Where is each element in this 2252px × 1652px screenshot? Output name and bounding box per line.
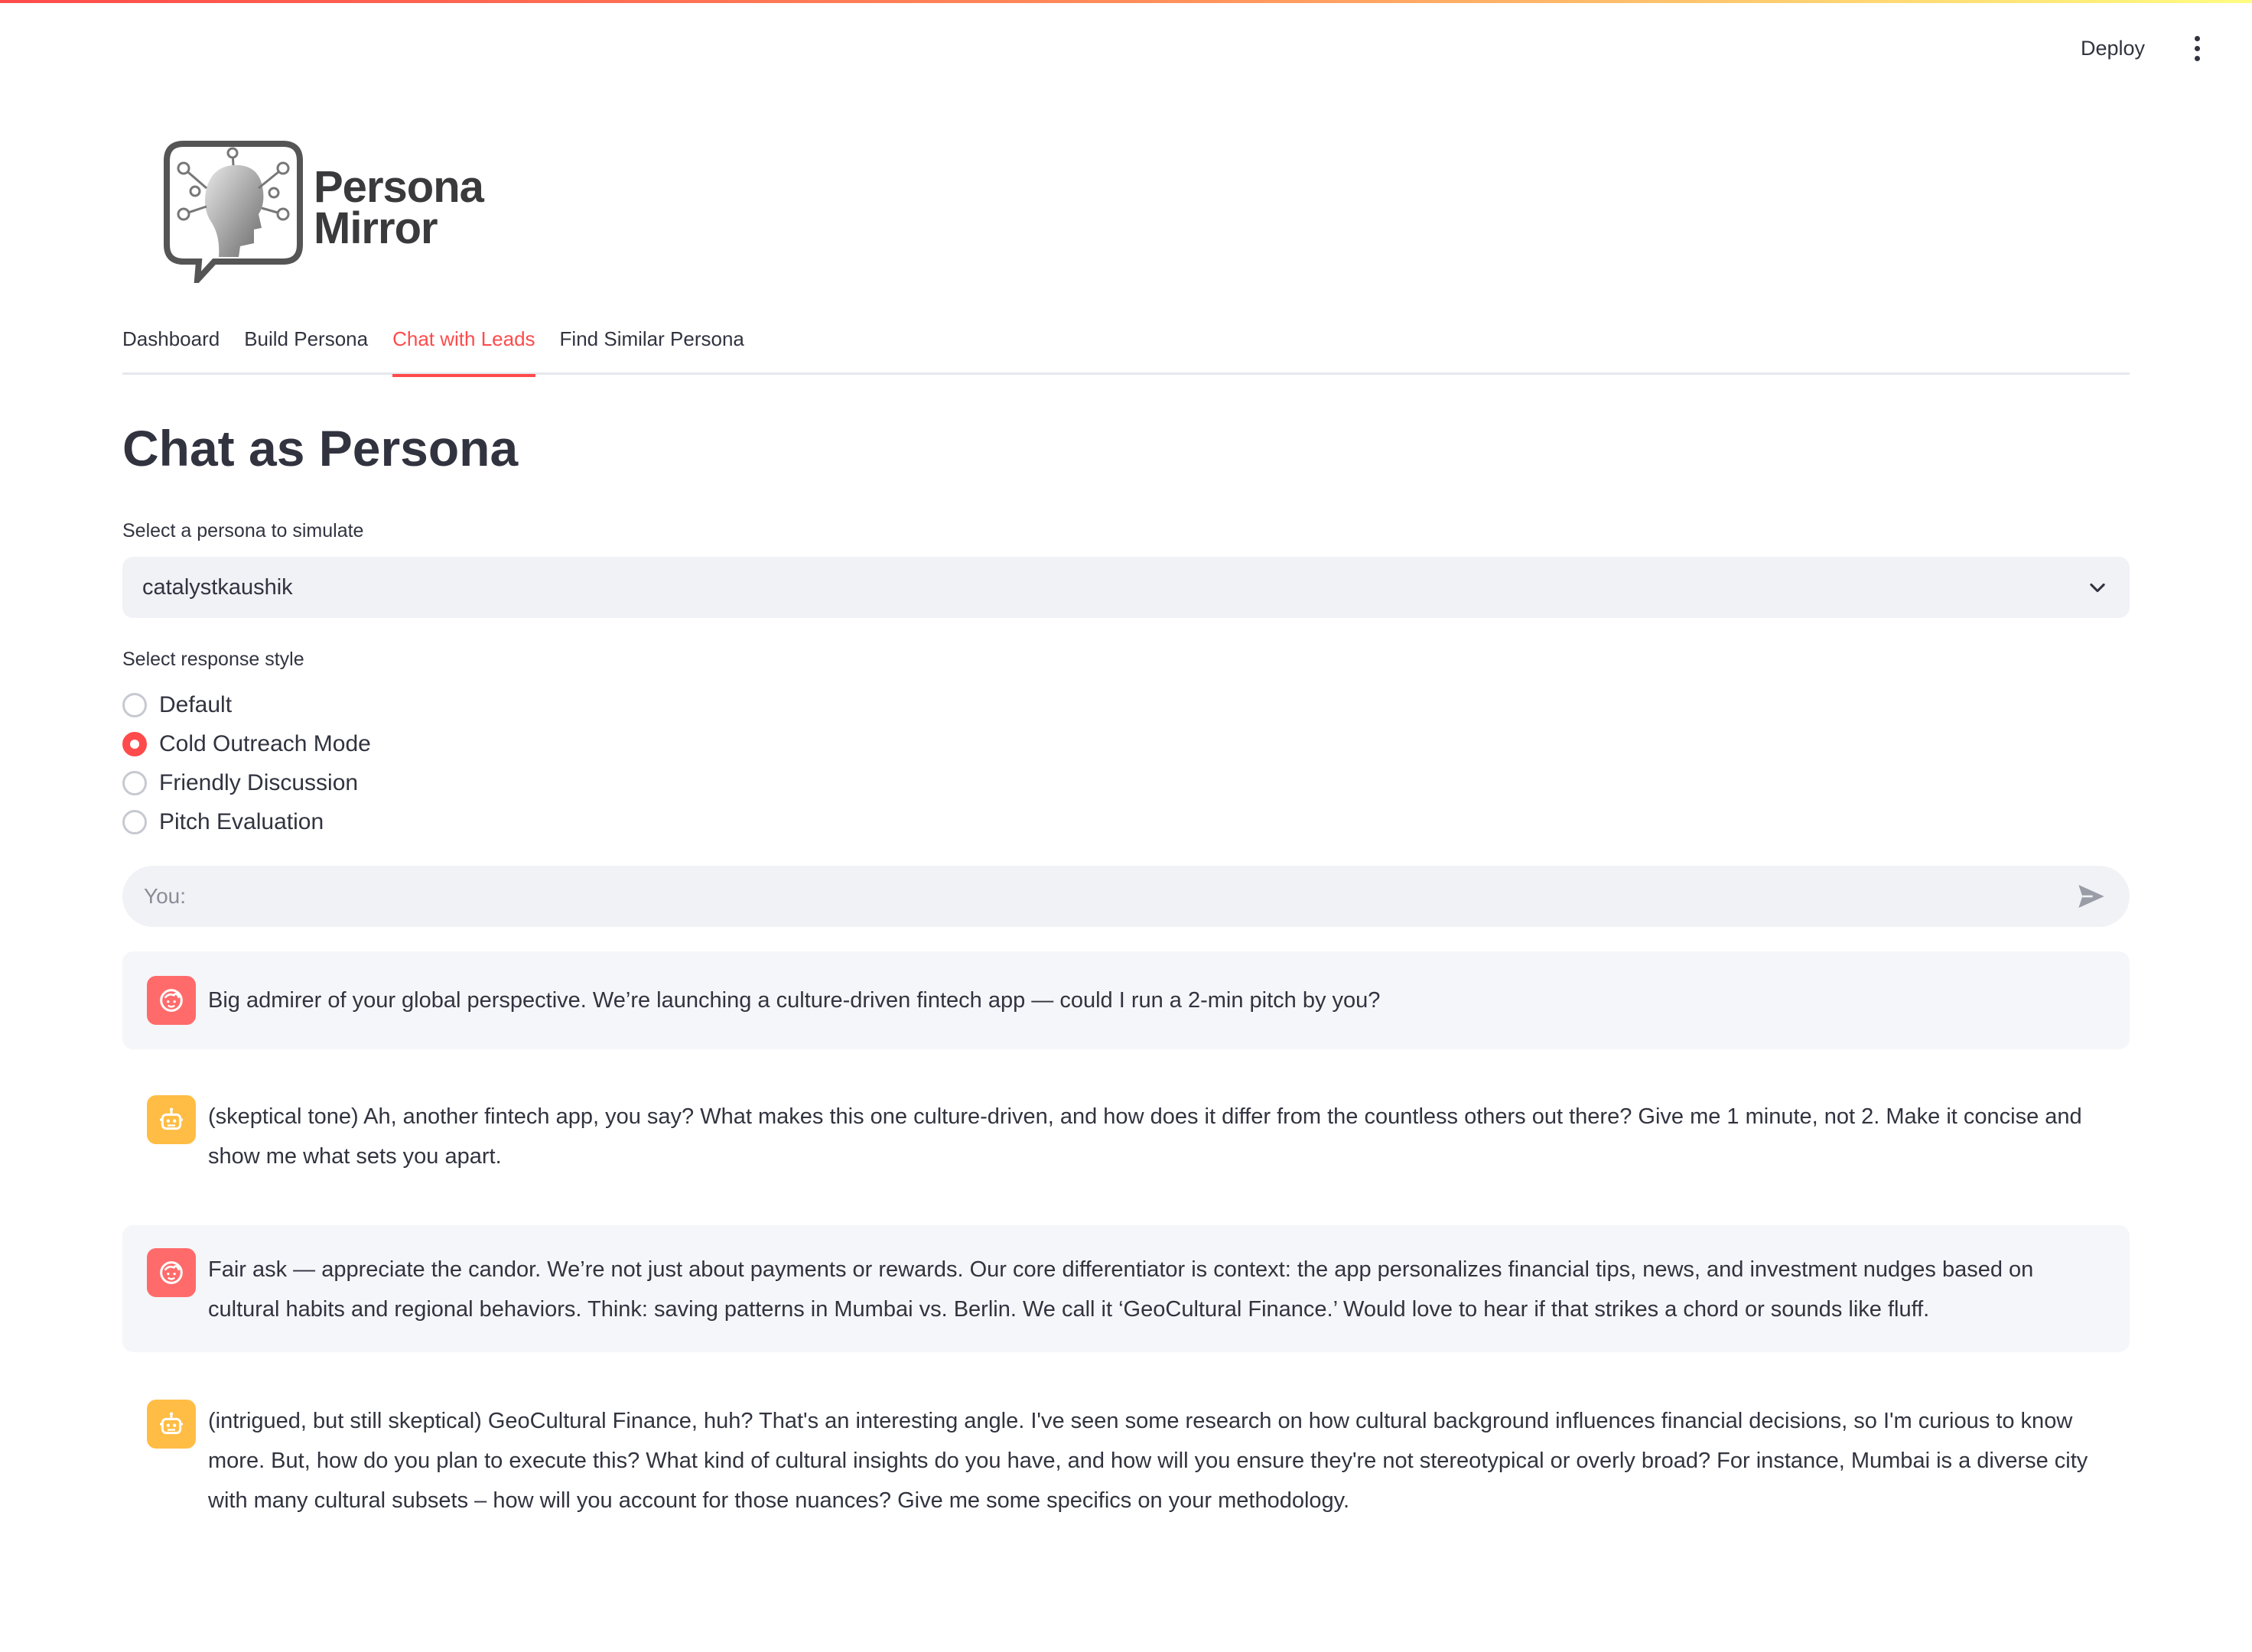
bot-avatar-icon xyxy=(147,1095,196,1144)
radio-friendly-discussion[interactable]: Friendly Discussion xyxy=(122,763,371,802)
radio-label: Pitch Evaluation xyxy=(159,808,324,834)
radio-button[interactable] xyxy=(122,809,147,834)
message-text: Fair ask — appreciate the candor. We’re … xyxy=(208,1257,2034,1322)
response-style-label: Select response style xyxy=(122,649,304,670)
radio-default[interactable]: Default xyxy=(122,685,371,724)
message-text: Big admirer of your global perspective. … xyxy=(208,988,1381,1013)
response-style-radio-group: Default Cold Outreach Mode Friendly Disc… xyxy=(122,685,371,841)
paper-plane-icon xyxy=(2078,885,2104,908)
persona-select[interactable]: catalystkaushik xyxy=(122,557,2130,618)
top-decoration-bar xyxy=(0,0,2252,3)
radio-label: Cold Outreach Mode xyxy=(159,730,371,756)
user-avatar-icon xyxy=(147,976,196,1025)
nav-tabs: Dashboard Build Persona Chat with Leads … xyxy=(122,317,2130,377)
radio-button-selected[interactable] xyxy=(122,731,147,756)
tab-dashboard[interactable]: Dashboard xyxy=(122,317,220,375)
logo-line-1: Persona xyxy=(314,162,484,212)
page-title: Chat as Persona xyxy=(122,420,519,476)
logo-wordmark: Persona Mirror xyxy=(314,162,484,253)
header-toolbar: Deploy xyxy=(2070,29,2212,68)
persona-select-value: catalystkaushik xyxy=(142,574,293,600)
chat-message-user: Fair ask — appreciate the candor. We’re … xyxy=(122,1225,2130,1352)
app-logo: Persona Mirror xyxy=(161,138,520,291)
chat-message-assistant: (intrigued, but still skeptical) GeoCult… xyxy=(122,1377,2130,1546)
user-avatar-icon xyxy=(147,1248,196,1297)
chevron-down-icon xyxy=(2090,583,2105,593)
chat-input[interactable] xyxy=(144,884,2075,909)
persona-select-label: Select a persona to simulate xyxy=(122,520,364,541)
radio-label: Default xyxy=(159,691,233,717)
radio-label: Friendly Discussion xyxy=(159,769,359,795)
persona-mirror-logo-icon xyxy=(164,141,303,283)
logo-line-2: Mirror xyxy=(314,203,438,253)
deploy-button[interactable]: Deploy xyxy=(2070,29,2156,68)
tab-find-similar-persona[interactable]: Find Similar Persona xyxy=(560,317,744,375)
chat-message-user: Big admirer of your global perspective. … xyxy=(122,951,2130,1049)
chat-message-assistant: (skeptical tone) Ah, another fintech app… xyxy=(122,1071,2130,1201)
chat-input-container xyxy=(122,866,2130,927)
send-icon[interactable] xyxy=(2075,880,2108,913)
bot-avatar-icon xyxy=(147,1400,196,1449)
radio-button[interactable] xyxy=(122,770,147,795)
tab-build-persona[interactable]: Build Persona xyxy=(244,317,368,375)
radio-pitch-evaluation[interactable]: Pitch Evaluation xyxy=(122,802,371,841)
radio-cold-outreach-mode[interactable]: Cold Outreach Mode xyxy=(122,724,371,763)
more-vertical-icon[interactable] xyxy=(2182,31,2212,67)
radio-button[interactable] xyxy=(122,692,147,717)
tab-chat-with-leads[interactable]: Chat with Leads xyxy=(392,317,536,377)
message-text: (skeptical tone) Ah, another fintech app… xyxy=(208,1104,2082,1169)
message-text: (intrigued, but still skeptical) GeoCult… xyxy=(208,1409,2088,1513)
